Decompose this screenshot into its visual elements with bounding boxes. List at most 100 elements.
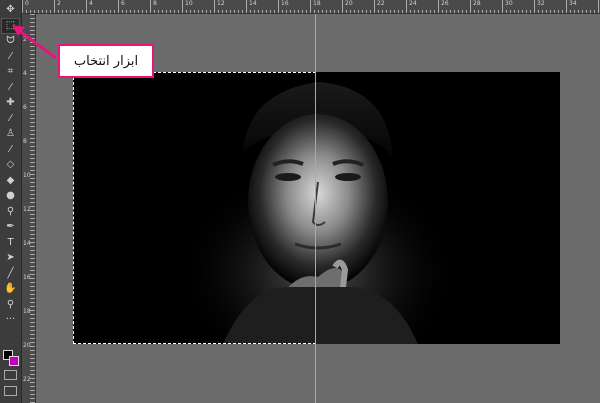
ruler-tick <box>30 154 35 155</box>
ruler-tick <box>426 10 427 13</box>
eraser-tool-icon[interactable]: ◇ <box>2 158 19 172</box>
ruler-tick <box>58 10 59 13</box>
quick-selection-tool-icon[interactable]: ⁄ <box>2 50 19 64</box>
quick-mask-icon[interactable] <box>4 370 17 380</box>
hand-tool-icon[interactable]: ✋ <box>2 282 19 296</box>
ruler-tick <box>30 34 35 35</box>
clone-stamp-tool-icon[interactable]: ♙ <box>2 127 19 141</box>
ruler-tick <box>486 10 487 13</box>
ruler-tick <box>586 10 587 13</box>
ruler-tick <box>294 10 295 13</box>
blur-tool-icon[interactable]: ● <box>2 189 19 203</box>
dodge-tool-icon[interactable]: ⚲ <box>2 205 19 219</box>
ruler-tick <box>30 238 35 239</box>
horizontal-ruler[interactable]: 0 2 4 6 8 10 12 14 16 18 20 22 24 26 28 30 32 34 <box>22 0 600 14</box>
marquee-selection[interactable] <box>73 72 316 344</box>
ruler-tick <box>394 10 395 13</box>
vertical-guide[interactable] <box>315 14 316 403</box>
ruler-number: 22 <box>23 376 31 383</box>
ruler-tick <box>30 330 35 331</box>
ruler-tick <box>322 10 323 13</box>
healing-brush-tool-icon[interactable]: ✚ <box>2 96 19 110</box>
ruler-tick <box>350 10 351 13</box>
lasso-tool-icon[interactable]: ᗢ <box>2 34 19 48</box>
ruler-tick <box>122 10 123 13</box>
ruler-tick <box>30 302 35 303</box>
ruler-tick <box>466 10 467 13</box>
ruler-tick <box>410 10 411 13</box>
ruler-tick <box>222 10 223 13</box>
pen-tool-icon[interactable]: ✒ <box>2 220 19 234</box>
ruler-tick <box>126 10 127 13</box>
ruler-tick <box>30 50 35 51</box>
history-brush-tool-icon[interactable]: ⁄ <box>2 143 19 157</box>
ruler-number: 4 <box>89 0 93 7</box>
ruler-tick <box>30 230 35 231</box>
ruler-tick <box>30 190 35 191</box>
ruler-tick <box>310 0 311 13</box>
ruler-tick <box>30 370 35 371</box>
ruler-tick <box>30 326 35 327</box>
selection-tool-callout: ابزار انتخاب <box>58 44 154 78</box>
ruler-tick <box>358 10 359 13</box>
ruler-tick <box>30 354 35 355</box>
path-selection-tool-icon[interactable]: ➤ <box>2 251 19 265</box>
ruler-tick <box>514 10 515 13</box>
ruler-tick <box>30 318 35 319</box>
ruler-number: 8 <box>23 138 27 145</box>
more-tools-icon[interactable]: ··· <box>2 313 19 327</box>
background-color-swatch[interactable] <box>9 356 19 366</box>
ruler-tick <box>38 10 39 13</box>
ruler-tick <box>326 10 327 13</box>
zoom-tool-icon[interactable]: ⚲ <box>2 298 19 312</box>
brush-tool-icon[interactable]: ⁄ <box>2 112 19 126</box>
ruler-tick <box>254 10 255 13</box>
ruler-tick <box>550 10 551 13</box>
ruler-tick <box>54 0 55 13</box>
ruler-number: 32 <box>537 0 545 7</box>
ruler-tick <box>562 10 563 13</box>
ruler-tick <box>270 10 271 13</box>
ruler-tick <box>62 10 63 13</box>
ruler-tick <box>530 10 531 13</box>
ruler-tick <box>30 350 35 351</box>
ruler-tick <box>30 82 35 83</box>
move-tool-icon[interactable]: ✥ <box>2 3 19 17</box>
ruler-tick <box>298 10 299 13</box>
ruler-tick <box>78 10 79 13</box>
screen-mode-icon[interactable] <box>4 386 17 396</box>
ruler-tick <box>30 222 35 223</box>
ruler-tick <box>30 270 35 271</box>
ruler-tick <box>238 10 239 13</box>
ruler-number: 16 <box>23 274 31 281</box>
ruler-tick <box>494 10 495 13</box>
line-tool-icon[interactable]: ╱ <box>2 267 19 281</box>
ruler-tick <box>30 218 35 219</box>
ruler-tick <box>566 0 567 13</box>
ruler-tick <box>70 10 71 13</box>
paint-bucket-tool-icon[interactable]: ◆ <box>2 174 19 188</box>
ruler-tick <box>446 10 447 13</box>
type-tool-icon[interactable]: T <box>2 236 19 250</box>
ruler-tick <box>490 10 491 13</box>
ruler-tick <box>578 10 579 13</box>
ruler-tick <box>386 10 387 13</box>
eyedropper-tool-icon[interactable]: ⁄ <box>2 81 19 95</box>
ruler-tick <box>542 10 543 13</box>
ruler-tick <box>590 10 591 13</box>
ruler-tick <box>186 10 187 13</box>
tools-panel: ✥ ⬚ ᗢ ⁄ ⌗ ⁄ ✚ ⁄ ♙ ⁄ ◇ ◆ ● ⚲ ✒ T ➤ ╱ ✋ ⚲ ··· <box>0 0 22 403</box>
rectangular-marquee-tool-icon[interactable]: ⬚ <box>1 17 20 34</box>
ruler-tick <box>190 10 191 13</box>
ruler-tick <box>34 10 35 13</box>
ruler-tick <box>30 26 35 27</box>
ruler-tick <box>266 10 267 13</box>
vertical-ruler[interactable]: 2 4 6 8 10 12 14 16 18 20 22 <box>22 14 36 403</box>
ruler-tick <box>98 10 99 13</box>
ruler-tick <box>30 150 35 151</box>
ruler-tick <box>30 94 35 95</box>
ruler-tick <box>30 306 35 307</box>
ruler-tick <box>338 10 339 13</box>
ruler-tick <box>82 10 83 13</box>
crop-tool-icon[interactable]: ⌗ <box>2 65 19 79</box>
